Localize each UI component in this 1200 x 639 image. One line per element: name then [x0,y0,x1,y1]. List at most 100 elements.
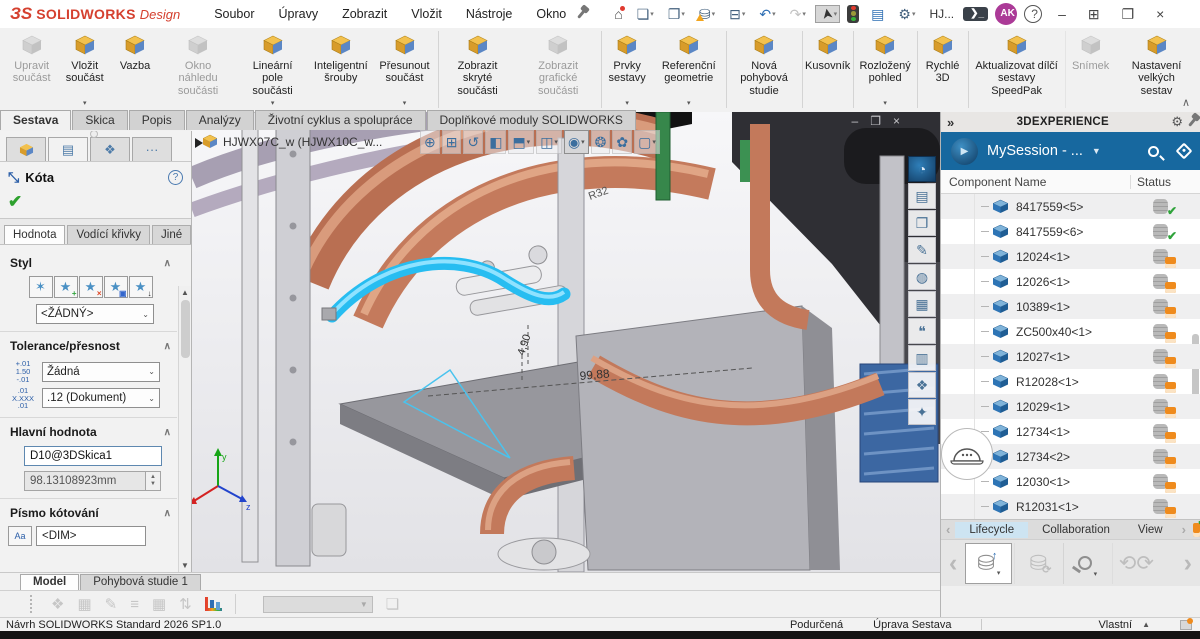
property-manager-scrollbar[interactable]: ▲ ▼ [178,286,191,572]
ribbon-button[interactable]: Zobrazit skryté součásti ▾ [438,31,517,108]
document-mode-tab[interactable]: Model [20,574,79,590]
value-stepper[interactable]: ▲▼ [146,471,161,491]
ribbon-button[interactable]: Vazba ▾ [110,31,160,108]
3dexperience-compass-icon[interactable]: ▶ [951,138,978,165]
chevron-down-icon[interactable]: ▾ [581,138,585,146]
chevron-down-icon[interactable]: ▾ [554,138,558,146]
toolbar-icon[interactable]: ⚙ ▾ [893,6,917,22]
ribbon-collapse-icon[interactable]: ∧ [1182,96,1190,635]
chevron-down-icon[interactable]: ▾ [772,10,776,18]
task-pane-tab[interactable]: ▦ [908,291,936,317]
dimension-font-section-header[interactable]: Písmo kótování∧ [0,499,177,524]
toolbar-icon[interactable]: ▤ ▾ [866,6,886,22]
component-row[interactable]: 12024<1> [941,244,1200,269]
ribbon-button[interactable]: Rozložený pohled ▾ [853,31,916,108]
add-style-button[interactable]: ★+ [54,276,78,298]
chevron-down-icon[interactable]: ▾ [883,99,887,107]
menu-item[interactable]: Soubor [214,7,254,21]
toolbar-icon[interactable]: ❐ ▾ [663,6,687,22]
chevron-down-icon[interactable]: ▾ [681,10,685,18]
hud-button[interactable]: ❂ ▾ [591,130,611,154]
chevron-down-icon[interactable]: ▾ [625,99,629,107]
panel-tab[interactable]: View [1124,522,1177,538]
value-tab[interactable]: Vodící křivky [67,225,150,244]
collapse-icon[interactable]: ∧ [164,508,171,519]
hud-button[interactable]: ⊕ ▾ [420,130,440,154]
chevron-down-icon[interactable]: ▾ [652,138,656,146]
feature-manager-tab[interactable] [6,137,46,161]
chevron-down-icon[interactable]: ▼ [1092,146,1101,156]
ribbon-button[interactable]: Vložit součást ▾ [59,31,110,108]
chevron-down-icon[interactable]: ▾ [527,138,531,146]
collapse-icon[interactable]: ∧ [164,258,171,269]
ribbon-button[interactable]: Nová pohybová studie ▾ [726,31,801,108]
style-section-header[interactable]: Styl∧ [0,249,177,274]
window-control-icon[interactable]: ⊞ [1084,6,1104,23]
sync-button[interactable]: ⟲⟳ [1112,543,1159,584]
task-pane-tab[interactable]: ◍ [908,264,936,290]
menu-item[interactable]: Úpravy [279,7,319,21]
ribbon-button[interactable]: Inteligentní šrouby ▾ [309,31,372,108]
configuration-selector[interactable]: Vlastní ▲ [1098,619,1150,631]
ribbon-button[interactable]: Lineární pole součásti ▾ [236,31,309,108]
chevron-down-icon[interactable]: ▾ [271,99,275,107]
component-row[interactable]: R12028<1> [941,369,1200,394]
task-pane-tab[interactable]: ✎ [908,237,936,263]
pending-changes-icon[interactable] [1193,523,1200,537]
component-row[interactable]: 8417559<6> [941,219,1200,244]
command-tab[interactable]: Životní cyklus a spolupráce [255,110,426,130]
session-name[interactable]: MySession - ... [987,143,1083,159]
toolbar-grip[interactable] [30,595,34,613]
window-control-icon[interactable]: × [1152,6,1168,22]
document-mode-tab[interactable]: Pohybová studie 1 [80,574,201,590]
dimension-value-field[interactable]: 98.13108923mm [24,471,146,491]
dimension-font-field[interactable]: <DIM> [36,526,146,546]
command-tab[interactable]: Skica [72,110,127,130]
help-icon[interactable]: ? [168,170,183,185]
chevron-down-icon[interactable]: ▾ [802,10,806,18]
component-row[interactable]: 8417559<5> [941,194,1200,219]
tolerance-section-header[interactable]: Tolerance/přesnost∧ [0,332,177,357]
task-pane-tab[interactable]: ✦ [908,399,936,425]
ribbon-button[interactable]: Aktualizovat dílčí sestavy SpeedPak ▾ [968,31,1064,108]
doc-close-icon[interactable]: × [893,114,900,128]
value-tab[interactable]: Jiné [152,225,191,244]
hud-button[interactable]: ◉ ▾ [564,130,589,154]
explore-button[interactable]: ▾ [1063,543,1110,584]
delete-style-button[interactable]: ★× [79,276,103,298]
search-icon[interactable] [1148,146,1159,157]
chevron-down-icon[interactable]: ▾ [687,99,691,107]
scroll-down-icon[interactable]: ▼ [181,561,189,570]
hud-button[interactable]: ◧ ▾ [485,130,506,154]
toolbar-icon[interactable]: ↷ ▾ [785,6,808,22]
chevron-down-icon[interactable]: ▾ [742,10,746,18]
menu-item[interactable]: Vložit [411,7,442,21]
chevron-down-icon[interactable]: ▾ [650,10,654,18]
command-tab[interactable]: Doplňkové moduly SOLIDWORKS [427,110,636,130]
toolbar-icon[interactable]: ▾ [847,5,859,23]
command-tab[interactable]: Analýzy [186,110,254,130]
refresh-from-platform-button[interactable]: ⛁⟳ [1014,543,1061,584]
toolbar-icon[interactable]: ⌂ ▾ [609,6,624,22]
ribbon-button[interactable]: Zobrazit grafické součásti ▾ [517,31,600,108]
status-doc-icon[interactable] [1180,620,1192,630]
tabs-scroll-left-icon[interactable]: ‹ [941,522,955,537]
column-component-name[interactable]: Component Name [941,175,1130,189]
assistant-badge[interactable] [941,428,993,480]
panel-tab[interactable]: Lifecycle [955,522,1028,538]
window-control-icon[interactable]: ❐ [1118,6,1139,23]
menu-item[interactable]: Nástroje [466,7,513,21]
ribbon-button[interactable]: Snímek ▾ [1065,31,1115,108]
task-pane-tab[interactable]: ❐ [908,210,936,236]
configuration-manager-tab[interactable]: ❖ [90,137,130,161]
evaluate-chart-icon[interactable] [205,597,222,611]
hud-button[interactable]: ↺ ▾ [463,130,483,154]
viewport-3d-scene[interactable]: 99,88 4,90 R32 y x z [192,112,940,572]
save-to-platform-button[interactable]: ⛁↑▾ [965,543,1012,584]
doc-restore-icon[interactable]: ❐ [870,114,881,128]
doc-minimize-icon[interactable]: – [852,114,859,128]
ribbon-button[interactable]: Okno náhledu součásti ▾ [160,31,236,108]
collapse-panel-icon[interactable]: » [947,115,954,130]
style-dropdown[interactable]: <ŽÁDNÝ>⌄ [36,304,154,324]
toolbar-icon[interactable]: ? ▾ [1024,5,1042,23]
